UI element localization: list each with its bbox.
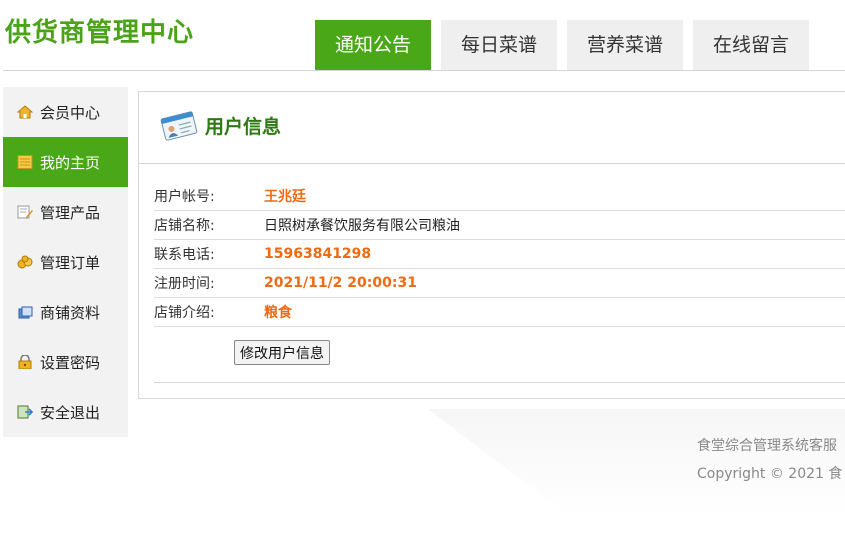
info-value: 15963841298 bbox=[264, 246, 372, 262]
store-icon bbox=[17, 305, 33, 319]
footer-copyright: Copyright © 2021 食 bbox=[697, 466, 843, 482]
sidebar-item-label: 管理订单 bbox=[40, 253, 101, 272]
page-icon bbox=[17, 155, 33, 169]
panel-title: 用户信息 bbox=[205, 116, 282, 138]
panel-divider bbox=[154, 382, 845, 383]
info-label: 用户帐号: bbox=[154, 189, 215, 205]
info-row-store-name: 店铺名称: 日照树承餐饮服务有限公司粮油 bbox=[154, 211, 845, 240]
site-logo: 供货商管理中心 bbox=[5, 18, 195, 48]
sidebar-item-manage-orders[interactable]: 管理订单 bbox=[3, 237, 128, 287]
info-label: 店铺介绍: bbox=[154, 305, 215, 321]
info-value: 王兆廷 bbox=[264, 189, 306, 205]
edit-user-info-button[interactable]: 修改用户信息 bbox=[234, 340, 330, 365]
sidebar-item-label: 我的主页 bbox=[40, 153, 101, 172]
user-info-panel: 用户信息 用户帐号: 王兆廷 店铺名称: 日照树承餐饮服务有限公司粮油 联系电话… bbox=[138, 91, 845, 399]
sidebar-item-my-home[interactable]: 我的主页 bbox=[3, 137, 128, 187]
footer: 食堂综合管理系统客服 Copyright © 2021 食 bbox=[697, 432, 842, 488]
sidebar-item-manage-products[interactable]: 管理产品 bbox=[3, 187, 128, 237]
user-info-list: 用户帐号: 王兆廷 店铺名称: 日照树承餐饮服务有限公司粮油 联系电话: 159… bbox=[154, 182, 845, 327]
tab-daily-menu[interactable]: 每日菜谱 bbox=[441, 20, 558, 70]
tab-nutrition-menu[interactable]: 营养菜谱 bbox=[567, 20, 684, 70]
sidebar: 会员中心 我的主页 管理产品 管理订单 商铺资料 设置密码 安全退出 bbox=[3, 87, 128, 437]
sidebar-item-set-password[interactable]: 设置密码 bbox=[3, 337, 128, 387]
info-row-register-time: 注册时间: 2021/11/2 20:00:31 bbox=[154, 269, 845, 298]
tab-notices[interactable]: 通知公告 bbox=[315, 20, 432, 70]
info-label: 店铺名称: bbox=[154, 218, 215, 234]
sidebar-item-label: 管理产品 bbox=[40, 203, 101, 222]
tab-online-message[interactable]: 在线留言 bbox=[693, 20, 810, 70]
info-row-account: 用户帐号: 王兆廷 bbox=[154, 182, 845, 211]
panel-header: 用户信息 bbox=[139, 92, 845, 164]
info-label: 联系电话: bbox=[154, 247, 215, 263]
exit-icon bbox=[17, 405, 34, 419]
info-label: 注册时间: bbox=[154, 276, 215, 292]
sidebar-item-label: 安全退出 bbox=[40, 403, 101, 422]
sidebar-item-label: 商铺资料 bbox=[40, 303, 101, 322]
footer-service-text: 食堂综合管理系统客服 bbox=[697, 438, 837, 454]
info-value: 日照树承餐饮服务有限公司粮油 bbox=[264, 218, 460, 234]
sidebar-item-label: 会员中心 bbox=[40, 103, 101, 122]
sidebar-item-member-center[interactable]: 会员中心 bbox=[3, 87, 128, 137]
info-value: 粮食 bbox=[264, 305, 292, 321]
id-card-icon bbox=[159, 106, 199, 146]
info-row-phone: 联系电话: 15963841298 bbox=[154, 240, 845, 269]
info-value: 2021/11/2 20:00:31 bbox=[264, 275, 417, 291]
edit-icon bbox=[17, 205, 33, 219]
sidebar-item-logout[interactable]: 安全退出 bbox=[3, 387, 128, 437]
info-row-store-intro: 店铺介绍: 粮食 bbox=[154, 298, 845, 327]
header-divider bbox=[3, 70, 845, 71]
top-navigation: 通知公告 每日菜谱 营养菜谱 在线留言 bbox=[315, 20, 819, 70]
home-icon bbox=[16, 105, 34, 119]
lock-icon bbox=[17, 354, 33, 370]
sidebar-item-store-profile[interactable]: 商铺资料 bbox=[3, 287, 128, 337]
sidebar-item-label: 设置密码 bbox=[40, 353, 101, 372]
order-icon bbox=[17, 255, 33, 269]
